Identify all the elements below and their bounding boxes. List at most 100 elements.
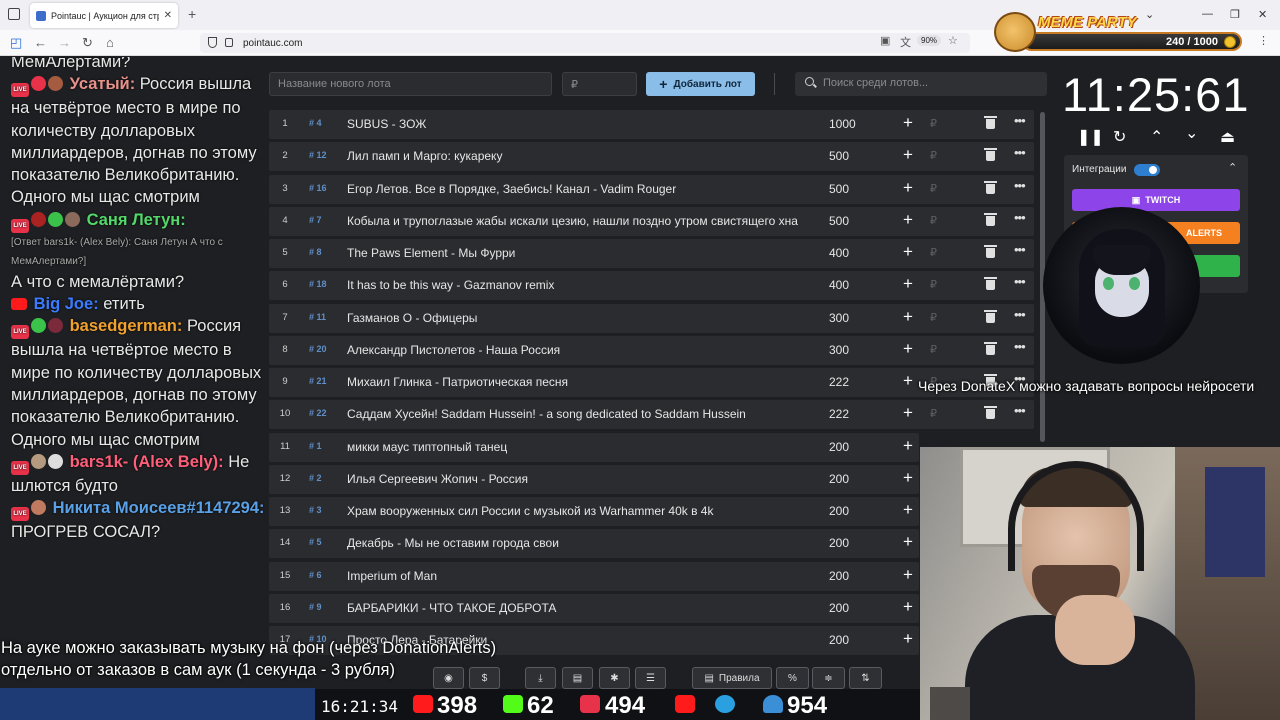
ruble-icon[interactable]: ₽: [930, 343, 937, 356]
pause-icon[interactable]: ❚❚: [1077, 127, 1104, 147]
lot-name[interactable]: Храм вооруженных сил России с музыкой из…: [347, 504, 809, 518]
new-tab-icon[interactable]: +: [188, 6, 196, 22]
ruble-icon[interactable]: ₽: [930, 407, 937, 420]
rules-button[interactable]: ▤ Правила: [692, 667, 772, 689]
add-amount-icon[interactable]: +: [903, 339, 913, 359]
more-icon[interactable]: •••: [1014, 113, 1026, 128]
search-input[interactable]: Поиск среди лотов...: [795, 72, 1047, 96]
back-icon[interactable]: ←: [34, 35, 47, 51]
price-input[interactable]: ₽: [562, 72, 637, 96]
ruble-icon[interactable]: ₽: [930, 182, 937, 195]
table-row[interactable]: 10 # 22 Саддам Хусейн! Saddam Hussein! - a…: [269, 400, 1034, 430]
lot-name[interactable]: Илья Сергеевич Жопич - Россия: [347, 472, 809, 486]
lot-name[interactable]: микки маус типтопный танец: [347, 440, 809, 454]
delete-icon[interactable]: [984, 116, 997, 129]
table-row[interactable]: 6 # 18 It has to be this way - Gazmanov re…: [269, 271, 1034, 301]
reload-icon[interactable]: ↻: [82, 35, 93, 51]
delete-icon[interactable]: [984, 180, 997, 194]
add-amount-icon[interactable]: +: [903, 145, 913, 165]
lot-name[interactable]: Лил памп и Марго: кукареку: [347, 149, 809, 163]
delete-icon[interactable]: [984, 148, 997, 162]
lot-name[interactable]: Александр Пистолетов - Наша Россия: [347, 343, 809, 357]
table-row[interactable]: 11 # 1 микки маус типтопный танец 200 +: [269, 432, 919, 462]
lot-name[interactable]: Газманов О - Офицеры: [347, 311, 809, 325]
ruble-icon[interactable]: ₽: [930, 214, 937, 227]
browser-tab[interactable]: Pointauc | Аукцион для стрим ✕: [30, 3, 178, 28]
double-up-icon[interactable]: ⏏: [1220, 127, 1235, 147]
add-amount-icon[interactable]: +: [903, 113, 913, 133]
chevron-up-icon[interactable]: ⌃: [1150, 127, 1163, 147]
ruble-icon[interactable]: ₽: [930, 117, 937, 130]
ruble-icon[interactable]: ₽: [930, 149, 937, 162]
forward-icon[interactable]: →: [58, 35, 71, 51]
add-amount-icon[interactable]: +: [903, 629, 913, 649]
lot-name[interactable]: Imperium of Man: [347, 569, 809, 583]
add-amount-icon[interactable]: +: [903, 403, 913, 423]
table-row[interactable]: 2 # 12 Лил памп и Марго: кукареку 500 + ₽ •••: [269, 142, 1034, 172]
delete-icon[interactable]: [984, 309, 997, 323]
zoom-level[interactable]: 90%: [917, 35, 942, 46]
table-row[interactable]: 5 # 8 The Paws Element - Мы Фурри 400 + ₽ •••: [269, 239, 1034, 268]
new-lot-input[interactable]: Название нового лота: [269, 72, 552, 96]
bug-icon[interactable]: ✱: [599, 667, 630, 689]
more-icon[interactable]: •••: [1014, 242, 1026, 257]
lot-name[interactable]: The Paws Element - Мы Фурри: [347, 246, 809, 260]
reader-mode-icon[interactable]: ▣: [880, 34, 890, 47]
lot-name[interactable]: Саддам Хусейн! Saddam Hussein! - a song …: [347, 407, 809, 421]
close-tab-icon[interactable]: ✕: [164, 10, 172, 21]
ruble-icon[interactable]: ₽: [930, 246, 937, 259]
delete-icon[interactable]: [984, 277, 997, 291]
add-amount-icon[interactable]: +: [903, 597, 913, 617]
ruble-icon[interactable]: ₽: [930, 311, 937, 324]
table-row[interactable]: 14 # 5 Декабрь - Мы не оставим города свои…: [269, 529, 919, 559]
more-icon[interactable]: •••: [1014, 307, 1026, 322]
add-amount-icon[interactable]: +: [903, 532, 913, 552]
lot-name[interactable]: SUBUS - ЗОЖ: [347, 117, 809, 131]
more-icon[interactable]: •••: [1014, 274, 1026, 289]
lot-name[interactable]: Кобыла и трупоглазые жабы искали цезию, …: [347, 214, 809, 228]
more-icon[interactable]: •••: [1014, 145, 1026, 160]
add-amount-icon[interactable]: +: [903, 210, 913, 230]
table-row[interactable]: 15 # 6 Imperium of Man 200 +: [269, 561, 919, 591]
home-icon[interactable]: ⌂: [106, 35, 114, 51]
add-amount-icon[interactable]: +: [903, 178, 913, 198]
delete-icon[interactable]: [984, 212, 997, 226]
integrations-toggle[interactable]: [1134, 164, 1160, 176]
lot-name[interactable]: Декабрь - Мы не оставим города свои: [347, 536, 809, 550]
table-row[interactable]: 4 # 7 Кобыла и трупоглазые жабы искали цез…: [269, 206, 1034, 236]
address-bar[interactable]: pointauc.com: [200, 33, 970, 53]
table-row[interactable]: 16 # 9 БАРБАРИКИ - ЧТО ТАКОЕ ДОБРОТА 200 +: [269, 593, 919, 623]
download-icon[interactable]: ⤓: [525, 667, 556, 689]
add-amount-icon[interactable]: +: [903, 565, 913, 585]
split-icon[interactable]: ≑: [812, 667, 845, 689]
table-row[interactable]: 7 # 11 Газманов О - Офицеры 300 + ₽ •••: [269, 303, 1034, 333]
add-amount-icon[interactable]: +: [903, 307, 913, 327]
add-lot-button[interactable]: + Добавить лот: [646, 72, 755, 96]
reset-icon[interactable]: ↻: [1113, 127, 1126, 147]
add-amount-icon[interactable]: +: [903, 371, 913, 391]
bookmark-star-icon[interactable]: ☆: [948, 34, 958, 47]
table-row[interactable]: 3 # 16 Егор Летов. Все в Порядке, Заебись!…: [269, 174, 1034, 204]
add-amount-icon[interactable]: +: [903, 468, 913, 488]
more-icon[interactable]: •••: [1014, 178, 1026, 193]
percent-button[interactable]: %: [776, 667, 809, 689]
add-amount-icon[interactable]: +: [903, 242, 913, 262]
shield-icon[interactable]: [208, 37, 217, 48]
delete-icon[interactable]: [984, 406, 997, 420]
add-amount-icon[interactable]: +: [903, 500, 913, 520]
delete-icon[interactable]: [984, 341, 997, 355]
table-row[interactable]: 8 # 20 Александр Пистолетов - Наша Россия 3…: [269, 335, 1034, 365]
lot-name[interactable]: It has to be this way - Gazmanov remix: [347, 278, 809, 292]
lot-name[interactable]: Михаил Глинка - Патриотическая песня: [347, 375, 809, 389]
menu-icon[interactable]: ⋮: [1258, 34, 1269, 47]
ruble-icon[interactable]: ₽: [930, 278, 937, 291]
more-icon[interactable]: •••: [1014, 403, 1026, 418]
more-icon[interactable]: •••: [1014, 210, 1026, 225]
chevron-up-icon[interactable]: ⌃: [1228, 161, 1237, 174]
lot-name[interactable]: БАРБАРИКИ - ЧТО ТАКОЕ ДОБРОТА: [347, 601, 809, 615]
close-window-icon[interactable]: ✕: [1258, 8, 1267, 21]
more-icon[interactable]: •••: [1014, 339, 1026, 354]
add-amount-icon[interactable]: +: [903, 274, 913, 294]
add-amount-icon[interactable]: +: [903, 436, 913, 456]
tab-overview-icon[interactable]: [8, 8, 20, 20]
